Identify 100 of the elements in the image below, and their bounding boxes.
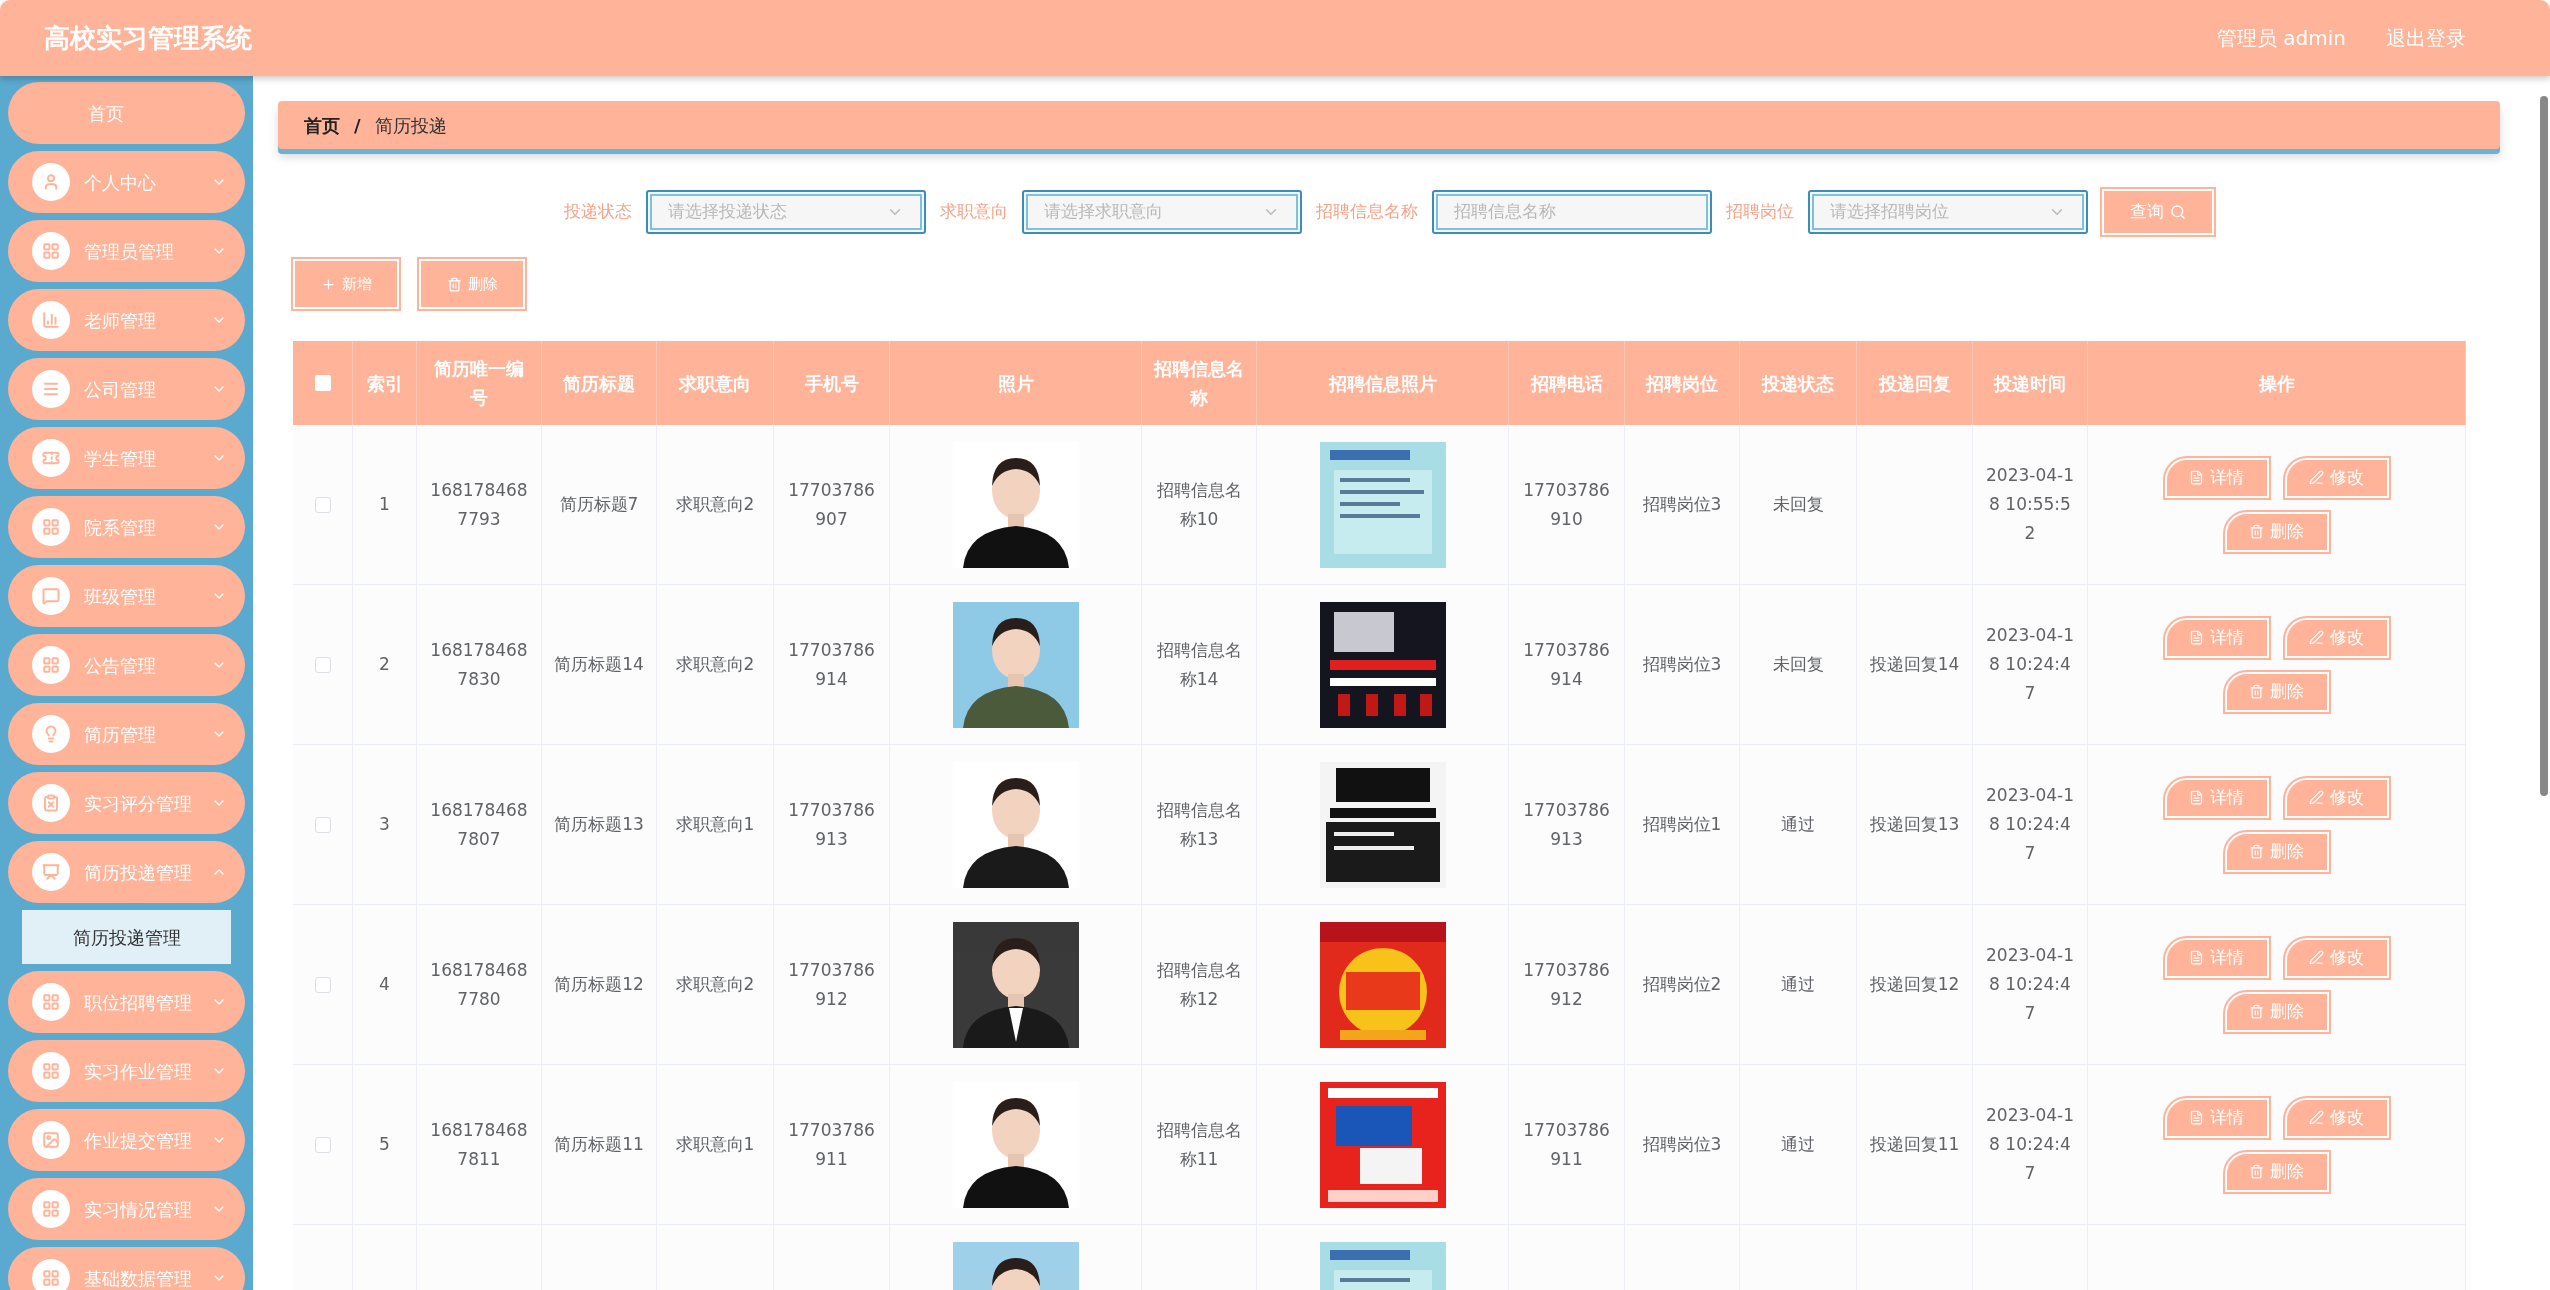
detail-button[interactable]: 详情 — [2164, 937, 2269, 978]
sidebar-item[interactable]: 公告管理 — [8, 634, 245, 696]
detail-button[interactable]: 详情 — [2164, 777, 2269, 818]
column-header: 招聘岗位 — [1646, 371, 1718, 396]
sidebar-item[interactable]: 班级管理 — [8, 565, 245, 627]
table-cell-text: 4 — [379, 973, 390, 996]
column-header: 简历标题 — [563, 371, 635, 396]
select-field[interactable]: 请选择投递状态 — [646, 190, 926, 234]
pen-icon — [2309, 790, 2324, 805]
logout-link[interactable]: 退出登录 — [2386, 23, 2466, 53]
sidebar-item[interactable]: 职位招聘管理 — [8, 971, 245, 1033]
detail-button[interactable]: 详情 — [2164, 457, 2269, 498]
table-cell-text: 17703786911 — [1522, 1118, 1611, 1171]
detail-button[interactable]: 详情 — [2164, 617, 2269, 658]
delete-button[interactable]: 删除 — [2224, 991, 2329, 1032]
column-header: 投递状态 — [1762, 371, 1834, 396]
sidebar-item[interactable]: 实习评分管理 — [8, 772, 245, 834]
edit-button[interactable]: 修改 — [2284, 617, 2389, 658]
edit-button[interactable]: 修改 — [2284, 457, 2389, 498]
table-cell-text: 通过 — [1781, 973, 1815, 996]
grid-icon — [32, 646, 70, 684]
search-icon — [2170, 204, 2186, 220]
table-cell-text: 17703786912 — [1522, 958, 1611, 1011]
table-cell-text: 3 — [379, 813, 390, 836]
add-button[interactable]: 新增 — [293, 259, 399, 309]
table-cell-text: 17703786913 — [787, 798, 876, 851]
table-cell-text: 招聘信息名称14 — [1155, 638, 1243, 691]
table-cell-text: 17703786910 — [1522, 478, 1611, 531]
pen-icon — [2309, 470, 2324, 485]
table-cell-text: 通过 — [1781, 1133, 1815, 1156]
sidebar-item[interactable]: 学生管理 — [8, 427, 245, 489]
table-cell-text: 2 — [379, 653, 390, 676]
select-field[interactable]: 请选择招聘岗位 — [1808, 190, 2088, 234]
sidebar-item[interactable]: 个人中心 — [8, 151, 245, 213]
select-field[interactable]: 请选择求职意向 — [1022, 190, 1302, 234]
sidebar-item[interactable]: 老师管理 — [8, 289, 245, 351]
table-cell-text: 1 — [379, 493, 390, 516]
table-cell-text: 招聘信息名称10 — [1155, 478, 1243, 531]
delete-button[interactable]: 删除 — [2224, 831, 2329, 872]
table-cell-text: 简历标题13 — [554, 813, 644, 836]
column-header: 招聘信息照片 — [1328, 371, 1437, 396]
table-cell-text: 简历标题7 — [559, 493, 639, 516]
table-cell-text: 求职意向1 — [675, 813, 755, 836]
ticket-icon — [32, 439, 70, 477]
sidebar-item[interactable]: 作业提交管理 — [8, 1109, 245, 1171]
row-checkbox[interactable] — [314, 976, 331, 993]
document-icon — [2189, 790, 2204, 805]
edit-button[interactable]: 修改 — [2284, 1097, 2389, 1138]
sidebar-item[interactable]: 管理员管理 — [8, 220, 245, 282]
table-cell-text: 求职意向1 — [675, 1133, 755, 1156]
scrollbar-thumb[interactable] — [2540, 96, 2548, 796]
table-cell-text: 2023-04-18 10:24:47 — [1985, 784, 2075, 865]
sidebar-item[interactable]: 简历投递管理 — [8, 841, 245, 903]
sidebar-item[interactable]: 实习情况管理 — [8, 1178, 245, 1240]
table-cell-text: 招聘岗位3 — [1642, 1133, 1722, 1156]
delete-button[interactable]: 删除 — [2224, 671, 2329, 712]
board-icon — [32, 853, 70, 891]
sidebar-item[interactable]: 实习作业管理 — [8, 1040, 245, 1102]
column-header: 投递时间 — [1994, 371, 2066, 396]
grid-icon — [32, 1052, 70, 1090]
trash-icon — [2249, 1164, 2264, 1179]
row-checkbox[interactable] — [314, 656, 331, 673]
trash-icon — [2249, 684, 2264, 699]
table-cell-text: 17703786912 — [787, 958, 876, 1011]
table-cell-text: 17703786911 — [787, 1118, 876, 1171]
delete-button[interactable]: 删除 — [419, 259, 525, 309]
sidebar-item[interactable]: 简历管理 — [8, 703, 245, 765]
delete-button[interactable]: 删除 — [2224, 1151, 2329, 1192]
document-icon — [2189, 470, 2204, 485]
row-checkbox[interactable] — [314, 816, 331, 833]
user-icon — [32, 163, 70, 201]
edit-button[interactable]: 修改 — [2284, 937, 2389, 978]
input-field[interactable]: 招聘信息名称 — [1432, 190, 1712, 234]
detail-button[interactable]: 详情 — [2164, 1097, 2269, 1138]
column-header: 手机号 — [804, 371, 859, 396]
grid-icon — [32, 1259, 70, 1290]
document-icon — [2189, 950, 2204, 965]
bar-chart-icon — [32, 301, 70, 339]
submenu-item[interactable]: 简历投递管理 — [22, 910, 231, 964]
edit-button[interactable]: 修改 — [2284, 777, 2389, 818]
table-cell-text: 招聘岗位2 — [1642, 973, 1722, 996]
sidebar-item[interactable]: 公司管理 — [8, 358, 245, 420]
sidebar-item[interactable]: 首页 — [8, 82, 245, 144]
column-header: 求职意向 — [679, 371, 751, 396]
row-checkbox[interactable] — [314, 1136, 331, 1153]
table-cell-text: 投递回复14 — [1869, 653, 1960, 676]
search-button[interactable]: 查询 — [2102, 189, 2214, 235]
sidebar-item[interactable]: 院系管理 — [8, 496, 245, 558]
row-checkbox[interactable] — [314, 496, 331, 513]
sidebar-item[interactable]: 基础数据管理 — [8, 1247, 245, 1290]
grid-icon — [32, 983, 70, 1021]
table-cell-text: 投递回复12 — [1869, 973, 1960, 996]
lightbulb-icon — [32, 715, 70, 753]
plus-icon — [320, 276, 336, 292]
delete-button[interactable]: 删除 — [2224, 511, 2329, 552]
breadcrumb-item[interactable]: 首页 — [304, 111, 340, 139]
filter-label: 招聘信息名称 — [1316, 200, 1418, 224]
list-icon — [32, 370, 70, 408]
select-all-checkbox[interactable] — [314, 375, 331, 391]
user-label: 管理员 admin — [2216, 25, 2346, 52]
